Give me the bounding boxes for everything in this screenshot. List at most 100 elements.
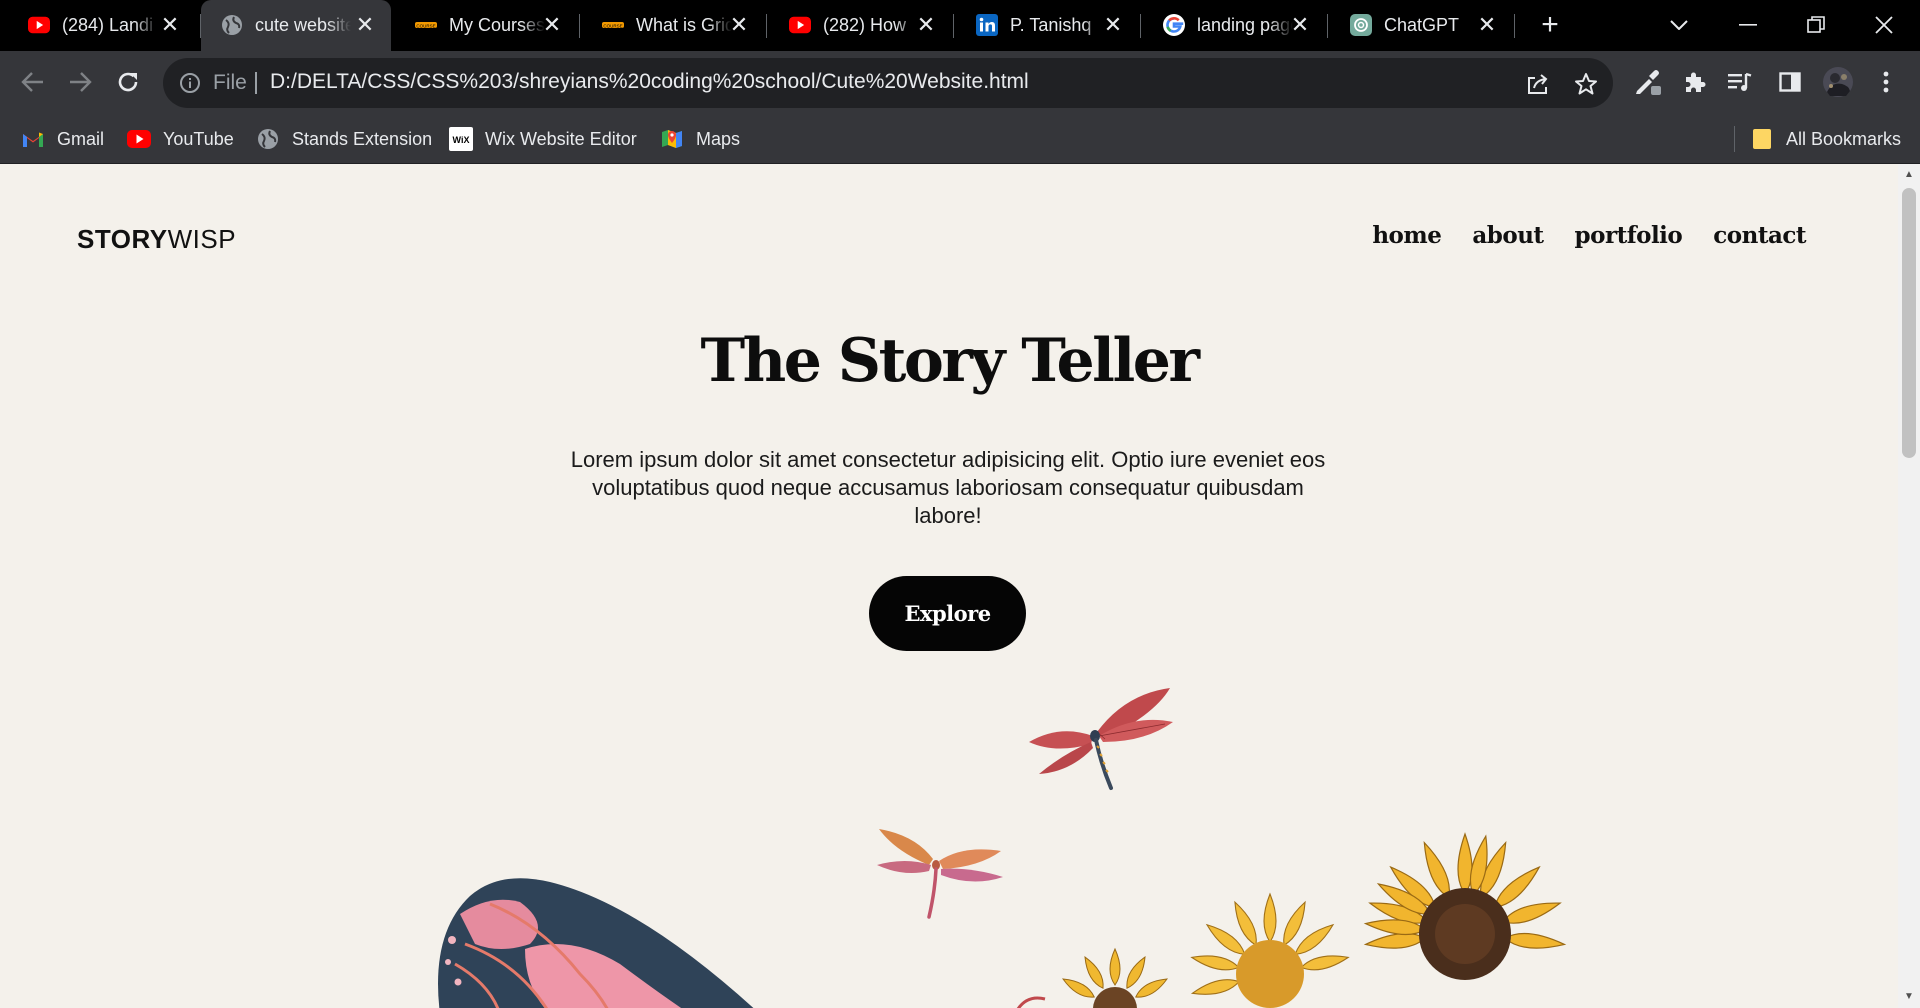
tab-divider — [1140, 14, 1141, 38]
chatgpt-icon — [1350, 14, 1372, 36]
forward-arrow-icon[interactable] — [63, 65, 97, 99]
bookmark-label: Stands Extension — [292, 128, 433, 149]
scroll-up-arrow-icon[interactable]: ▲ — [1898, 168, 1920, 182]
youtube-icon — [789, 14, 811, 36]
bookmark-label: Maps — [696, 128, 741, 149]
browser-toolbar: File D:/DELTA/CSS/CSS%203/shreyians%20co… — [0, 51, 1920, 114]
close-icon[interactable]: ✕ — [353, 13, 377, 37]
eyedropper-extension-icon[interactable] — [1632, 66, 1664, 98]
course-icon: COURSE — [602, 14, 624, 36]
close-icon[interactable]: ✕ — [540, 13, 564, 37]
bookmark-label: Gmail — [57, 128, 105, 149]
nav-home[interactable]: home — [1372, 222, 1442, 249]
tab-linkedin[interactable]: P. Tanishq ✕ — [956, 0, 1139, 51]
dragonfly-orange-illustration — [877, 829, 1003, 919]
bookmark-wix-editor[interactable]: WiX Wix Website Editor — [449, 126, 637, 152]
nav-contact[interactable]: contact — [1713, 222, 1806, 249]
youtube-icon — [127, 127, 151, 151]
folder-icon — [1750, 127, 1774, 151]
scroll-down-arrow-icon[interactable]: ▼ — [1898, 990, 1920, 1004]
reload-icon[interactable] — [111, 65, 145, 99]
tab-divider — [579, 14, 580, 38]
nav-about[interactable]: about — [1472, 222, 1544, 249]
minimize-icon[interactable] — [1733, 10, 1763, 40]
course-icon: COURSE — [415, 14, 437, 36]
hero-title: The Story Teller — [700, 326, 1200, 396]
logo-bold-text: STORY — [77, 224, 168, 254]
tab-divider — [1327, 14, 1328, 38]
scroll-thumb[interactable] — [1902, 188, 1916, 458]
close-icon[interactable]: ✕ — [158, 13, 182, 37]
bookmark-star-icon[interactable] — [1573, 71, 1599, 97]
bookmark-gmail[interactable]: Gmail — [21, 126, 104, 152]
close-window-icon[interactable] — [1869, 10, 1899, 40]
close-icon[interactable]: ✕ — [1288, 13, 1312, 37]
hero-description: Lorem ipsum dolor sit amet consectetur a… — [570, 447, 1326, 528]
close-icon[interactable]: ✕ — [1475, 13, 1499, 37]
bookmark-youtube[interactable]: YouTube — [127, 126, 234, 152]
tab-title: What is Grid — [636, 15, 732, 35]
restore-icon[interactable] — [1801, 10, 1831, 40]
site-logo[interactable]: STORYWISP — [77, 224, 236, 255]
address-bar[interactable]: File D:/DELTA/CSS/CSS%203/shreyians%20co… — [163, 58, 1613, 108]
close-icon[interactable]: ✕ — [1101, 13, 1125, 37]
bookmark-maps[interactable]: Maps — [660, 126, 740, 152]
wix-icon: WiX — [449, 127, 473, 151]
bookmark-label: YouTube — [163, 128, 234, 149]
svg-text:COURSE: COURSE — [603, 23, 622, 28]
stands-icon — [256, 127, 280, 151]
bookmark-label: Wix Website Editor — [485, 128, 637, 149]
youtube-icon — [28, 14, 50, 36]
kebab-menu-icon[interactable] — [1870, 66, 1902, 98]
share-icon[interactable] — [1525, 71, 1551, 97]
media-queue-icon[interactable] — [1724, 66, 1756, 98]
tab-landing-page-search[interactable]: landing page ✕ — [1143, 0, 1326, 51]
close-icon[interactable]: ✕ — [914, 13, 938, 37]
globe-icon — [221, 14, 243, 36]
page-viewport: STORYWISP home about portfolio contact T… — [0, 164, 1898, 1008]
tab-what-is-grid[interactable]: COURSE What is Grid ✕ — [582, 0, 765, 51]
google-icon — [1163, 14, 1185, 36]
close-icon[interactable]: ✕ — [727, 13, 751, 37]
tab-divider — [1514, 14, 1515, 38]
dragonfly-red-illustration — [1029, 688, 1173, 790]
all-bookmarks-folder[interactable]: All Bookmarks — [1750, 126, 1901, 152]
url-text[interactable]: D:/DELTA/CSS/CSS%203/shreyians%20coding%… — [270, 70, 1029, 94]
tab-search-icon[interactable] — [1664, 10, 1694, 40]
tab-title: (282) How — [823, 15, 907, 35]
tab-title: ChatGPT — [1384, 15, 1460, 35]
url-scheme-label: File — [213, 71, 247, 94]
gmail-icon — [21, 127, 45, 151]
nav-portfolio[interactable]: portfolio — [1575, 222, 1683, 249]
bookmarks-divider — [1734, 126, 1735, 152]
tab-youtube-landing[interactable]: (284) Landi ✕ — [8, 0, 196, 51]
info-icon[interactable] — [179, 72, 201, 94]
new-tab-button[interactable]: + — [1535, 10, 1565, 40]
tab-youtube-how[interactable]: (282) How ✕ — [769, 0, 952, 51]
butterfly-wing-illustration — [438, 878, 754, 1008]
linkedin-icon — [976, 14, 998, 36]
tab-title: landing page — [1197, 15, 1293, 35]
tab-title: (284) Landi — [62, 15, 154, 35]
main-nav: home about portfolio contact — [1372, 222, 1806, 249]
tab-divider — [953, 14, 954, 38]
svg-text:WiX: WiX — [453, 135, 470, 145]
side-panel-icon[interactable] — [1774, 66, 1806, 98]
extensions-puzzle-icon[interactable] — [1679, 66, 1711, 98]
sunflowers-illustration — [1016, 832, 1567, 1008]
url-divider — [255, 72, 257, 94]
tab-title: cute website — [255, 15, 351, 35]
tab-my-courses[interactable]: COURSE My Courses ✕ — [395, 0, 578, 51]
tab-title: P. Tanishq — [1010, 15, 1092, 35]
profile-avatar[interactable] — [1822, 66, 1854, 98]
logo-light-text: WISP — [167, 224, 237, 254]
page-scrollbar[interactable]: ▲ ▼ — [1898, 164, 1920, 1008]
tab-cute-website[interactable]: cute website ✕ — [201, 0, 391, 51]
back-arrow-icon[interactable] — [16, 65, 50, 99]
explore-button[interactable]: Explore — [869, 576, 1026, 651]
tab-chatgpt[interactable]: ChatGPT ✕ — [1330, 0, 1513, 51]
tab-strip: (284) Landi ✕ cute website ✕ COURSE My C… — [0, 0, 1920, 51]
bookmark-label: All Bookmarks — [1786, 128, 1902, 149]
bookmark-stands-extension[interactable]: Stands Extension — [256, 126, 432, 152]
svg-text:COURSE: COURSE — [416, 23, 435, 28]
